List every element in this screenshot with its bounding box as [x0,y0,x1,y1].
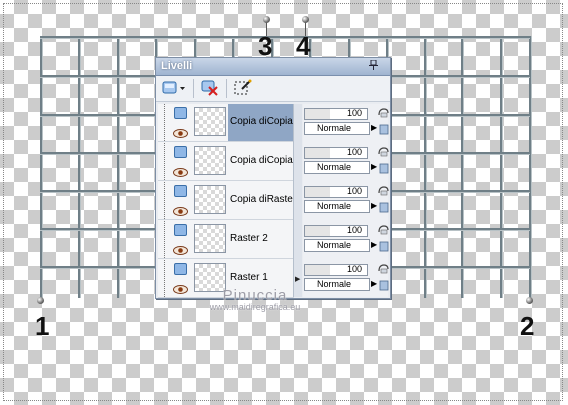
toolbar-separator [226,79,227,98]
layer-name-area[interactable]: Copia diCopia di [228,104,294,141]
raster-layer-icon[interactable] [174,185,187,197]
tree-line [164,260,165,297]
link-lock-icon[interactable] [377,263,389,293]
watermark-url: www.maidiregrafica.eu [209,302,301,312]
layer-properties: 100 Normale ▶ 100 Normale ▶ 100 Normale … [303,104,390,297]
layer-thumbnail [194,107,226,136]
anchor-knob-1[interactable] [37,297,44,304]
blend-mode-value: Normale [317,123,352,133]
delete-layer-icon[interactable] [200,79,220,97]
blend-mode-value: Normale [317,240,352,250]
selection-mask-icon[interactable] [233,79,253,97]
panel-title: Livelli [161,60,193,72]
raster-layer-icon[interactable] [174,224,187,236]
layers-toolbar [156,76,390,102]
tree-line [164,182,165,219]
layer-thumbnail [194,185,226,214]
watermark: Pinuccia www.maidiregrafica.eu [185,287,325,312]
opacity-value: 100 [347,108,363,118]
opacity-value: 100 [347,264,363,274]
layers-scrollbar[interactable]: ▶ [293,104,302,297]
grid-horizontal-line [40,36,530,38]
raster-layer-icon[interactable] [174,146,187,158]
visibility-eye-icon[interactable] [173,203,188,216]
layer-name-area[interactable]: Raster 2 [228,221,294,258]
layer-name-area[interactable]: Copia diCopia di [228,143,294,180]
marker-4: 4 [296,31,311,61]
anchor-knob-2[interactable] [526,297,533,304]
opacity-value: 100 [347,147,363,157]
visibility-eye-icon[interactable] [173,164,188,177]
layer-props-row: 100 Normale ▶ [303,143,390,181]
layer-props-row: 100 Normale ▶ [303,221,390,259]
layers-panel[interactable]: Livelli Copia diCopia Copia diCopia Copi… [155,57,391,299]
link-lock-icon[interactable] [377,146,389,176]
link-lock-icon[interactable] [377,107,389,137]
scroll-arrow-icon[interactable]: ▶ [295,275,300,283]
anchor-knob-3[interactable] [263,16,270,23]
link-lock-icon[interactable] [377,185,389,215]
tree-line [164,221,165,258]
tree-line [164,104,165,141]
toolbar-separator [193,79,194,98]
layer-name: Copia diRaster [230,194,294,205]
layer-props-row: 100 Normale ▶ [303,104,390,142]
tree-line [164,143,165,180]
layer-row[interactable]: Copia diCopia di [158,143,294,181]
layer-row[interactable]: Raster 2 [158,221,294,259]
marker-2: 2 [520,311,535,341]
opacity-value: 100 [347,186,363,196]
layer-name: Copia diCopia di [230,116,294,127]
opacity-value: 100 [347,225,363,235]
pin-icon[interactable] [369,59,378,73]
visibility-eye-icon[interactable] [173,242,188,255]
layers-list: Copia diCopia di Copia diCopia di Copia … [158,104,294,298]
link-lock-icon[interactable] [377,224,389,254]
blend-mode-value: Normale [317,162,352,172]
layer-name-area[interactable]: Copia diRaster [228,182,294,219]
layer-name: Copia diCopia di [230,155,294,166]
visibility-eye-icon[interactable] [173,125,188,138]
raster-layer-icon[interactable] [174,107,187,119]
layer-name: Raster 2 [230,233,268,244]
new-layer-icon[interactable] [162,79,185,97]
anchor-knob-4[interactable] [302,16,309,23]
layer-row[interactable]: Copia diCopia di [158,104,294,142]
panel-titlebar[interactable]: Livelli [156,58,390,76]
marker-3: 3 [258,31,273,61]
marker-1: 1 [35,311,50,341]
layer-row[interactable]: Copia diRaster [158,182,294,220]
blend-mode-value: Normale [317,201,352,211]
layer-thumbnail [194,224,226,253]
layer-thumbnail [194,146,226,175]
raster-layer-icon[interactable] [174,263,187,275]
layer-name: Raster 1 [230,272,268,283]
layer-props-row: 100 Normale ▶ [303,182,390,220]
